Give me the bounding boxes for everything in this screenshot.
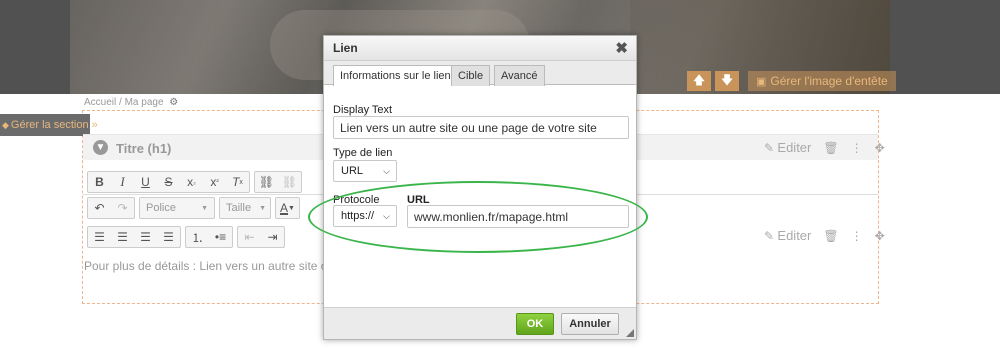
move-icon[interactable]: ✥ [875,141,885,155]
pencil-icon: ✎ [764,229,775,243]
unlink-icon[interactable]: ⛓ [278,172,301,192]
breadcrumb-current: Ma page [124,97,164,108]
dialog-footer: OK Annuler [324,307,636,339]
link-icon[interactable]: ⛓ [255,172,278,192]
edit-button[interactable]: ✎ Editer [764,228,811,243]
link-type-label: Type de lien [333,147,393,159]
dialog-header[interactable]: Lien ✖ [324,36,636,61]
manage-section-button[interactable]: ◆ Gérer la section » [0,114,98,136]
align-right-icon[interactable]: ☰ [134,227,157,247]
arrow-up-icon: 🡅 [692,72,706,87]
size-combo[interactable]: Taille ▼ [219,197,271,219]
chevron-icon: ◆ [2,119,9,130]
manage-header-image-button[interactable]: ▣ Gérer l'image d'entête [748,71,896,91]
tab-link-info[interactable]: Informations sur le lien [333,65,458,86]
breadcrumb: Accueil / Ma page ⚙ [84,97,179,108]
close-icon[interactable]: ✖ [615,39,628,57]
list-group: ⒈ •≡ [185,226,233,248]
content-text[interactable]: Pour plus de détails : Lien vers un autr… [84,259,327,273]
display-text-input[interactable]: Lien vers un autre site ou une page de v… [333,116,629,139]
display-text-label: Display Text [333,104,393,116]
edit-button[interactable]: ✎ Editer [764,140,811,155]
more-vertical-icon[interactable]: ⋮ [851,141,863,155]
numbered-list-icon[interactable]: ⒈ [186,227,209,247]
trash-icon[interactable]: 🗑 [823,229,838,243]
underline-icon[interactable]: U [134,172,157,192]
arrow-down-icon: 🡇 [720,72,734,87]
indent-group: ⇤ ⇥ [237,226,285,248]
move-down-button[interactable]: 🡇 [715,71,739,91]
highlight-oval [308,181,648,253]
align-group: ☰ ☰ ☰ ☰ [87,226,181,248]
outdent-icon[interactable]: ⇤ [238,227,261,247]
trash-icon[interactable]: 🗑 [823,141,838,155]
more-vertical-icon[interactable]: ⋮ [851,229,863,243]
tab-target[interactable]: Cible [451,65,491,86]
dialog-tabs: Informations sur le lien Cible Avancé [324,61,636,86]
breadcrumb-home[interactable]: Accueil [84,97,116,108]
collapse-icon[interactable]: ▼ [93,140,108,155]
ok-button[interactable]: OK [516,313,554,335]
resize-handle[interactable] [626,329,634,337]
align-center-icon[interactable]: ☰ [111,227,134,247]
strikethrough-icon[interactable]: S [157,172,180,192]
gear-icon[interactable]: ⚙ [169,97,178,108]
title-placeholder: Titre (h1) [116,141,172,156]
cancel-button[interactable]: Annuler [561,313,619,335]
format-group: B I U S x₂ x² Tx [87,171,250,193]
indent-icon[interactable]: ⇥ [261,227,284,247]
align-left-icon[interactable]: ☰ [88,227,111,247]
text-color-group: A ▼ [275,197,300,219]
link-group: ⛓ ⛓ [254,171,302,193]
chevron-down-icon: ⌵ [383,165,390,176]
content-edit-tools: ✎ Editer 🗑 ⋮ ✥ [764,228,885,243]
align-justify-icon[interactable]: ☰ [157,227,180,247]
link-type-select[interactable]: URL ⌵ [333,160,397,182]
move-icon[interactable]: ✥ [875,229,885,243]
chevron-down-icon: ▼ [201,204,208,212]
image-icon: ▣ [756,75,767,88]
remove-format-icon[interactable]: Tx [226,172,249,192]
text-color-icon[interactable]: A ▼ [276,198,299,218]
move-up-button[interactable]: 🡅 [687,71,711,91]
subscript-icon[interactable]: x₂ [180,172,203,192]
pencil-icon: ✎ [764,141,775,155]
history-group: ↶ ↷ [87,197,135,219]
undo-icon[interactable]: ↶ [88,198,111,218]
bulleted-list-icon[interactable]: •≡ [209,227,232,247]
redo-icon[interactable]: ↷ [111,198,134,218]
dialog-title: Lien [333,41,358,55]
font-combo[interactable]: Police ▼ [139,197,215,219]
tab-advanced[interactable]: Avancé [494,65,545,86]
chevron-down-icon: ▼ [259,204,267,212]
italic-icon[interactable]: I [111,172,134,192]
bold-icon[interactable]: B [88,172,111,192]
title-edit-tools: ✎ Editer 🗑 ⋮ ✥ [764,140,885,155]
superscript-icon[interactable]: x² [203,172,226,192]
